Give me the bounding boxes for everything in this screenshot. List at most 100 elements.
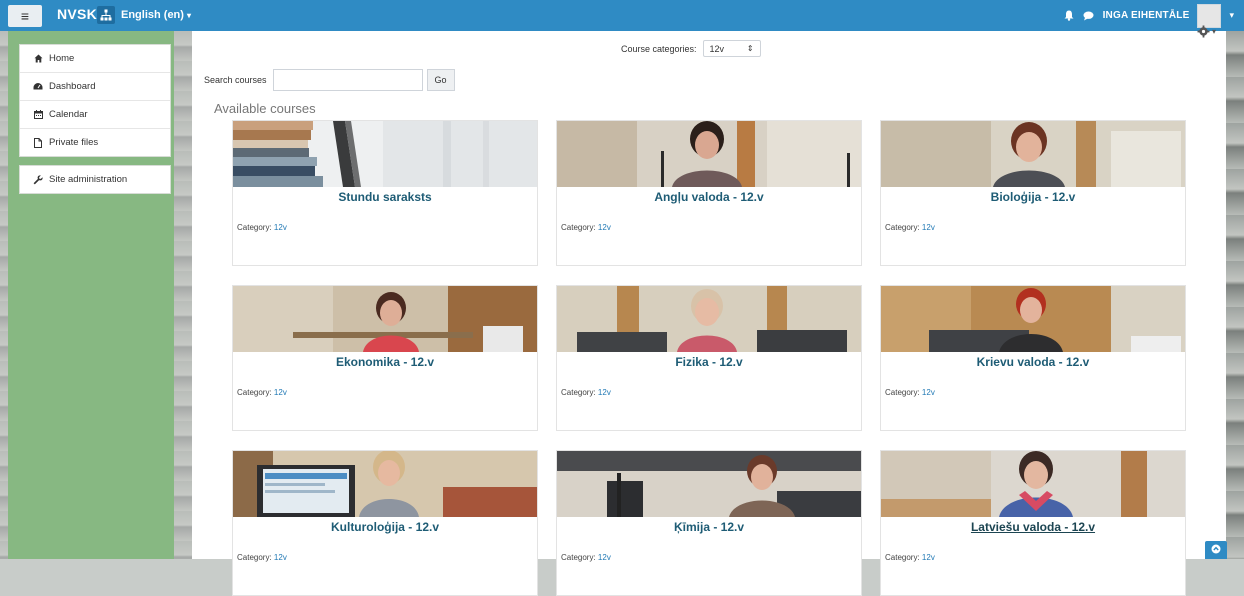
course-title-link[interactable]: Bioloģija - 12.v <box>881 190 1185 204</box>
drawer-item-label: Home <box>49 53 75 64</box>
course-title-link[interactable]: Ķīmija - 12.v <box>557 520 861 534</box>
language-menu[interactable]: English (en) ▾ <box>121 9 191 21</box>
drawer-item-label: Calendar <box>49 109 88 120</box>
course-card[interactable]: Kulturoloģija - 12.v Category: 12v <box>232 450 538 596</box>
menu-toggle-button[interactable]: ≡ <box>8 5 42 27</box>
course-category: Category: 12v <box>237 553 287 562</box>
course-title-link[interactable]: Stundu saraksts <box>233 190 537 204</box>
course-category: Category: 12v <box>561 553 611 562</box>
wrench-icon <box>33 174 43 185</box>
caret-down-icon[interactable]: ▾ <box>1229 10 1234 21</box>
background-image-right <box>1226 31 1244 559</box>
select-arrows-icon: ⇕ <box>746 44 754 53</box>
course-image[interactable] <box>881 451 1185 517</box>
arrow-up-icon <box>1211 544 1221 557</box>
category-filter: Course categories: 12v ⇕ <box>621 40 761 57</box>
category-link[interactable]: 12v <box>598 553 611 562</box>
course-card[interactable]: Latviešu valoda - 12.v Category: 12v <box>880 450 1186 596</box>
category-prefix: Category: <box>561 388 596 397</box>
caret-down-icon: ▾ <box>1211 27 1216 36</box>
course-title-link[interactable]: Kulturoloģija - 12.v <box>233 520 537 534</box>
language-label: English (en) <box>121 9 184 21</box>
top-navbar: ≡ NVSK English (en) ▾ INGA EIHENTĀLE ▾ <box>0 0 1244 31</box>
nav-drawer: Home Dashboard Calendar Private files Si… <box>8 31 174 559</box>
category-select-value: 12v <box>709 43 725 54</box>
avatar[interactable] <box>1197 3 1222 28</box>
drawer-item-dashboard[interactable]: Dashboard <box>20 73 170 101</box>
course-image[interactable] <box>557 286 861 352</box>
course-card[interactable]: Krievu valoda - 12.v Category: 12v <box>880 285 1186 431</box>
category-link[interactable]: 12v <box>922 223 935 232</box>
user-name[interactable]: INGA EIHENTĀLE <box>1103 10 1190 21</box>
category-link[interactable]: 12v <box>922 388 935 397</box>
course-card[interactable]: Fizika - 12.v Category: 12v <box>556 285 862 431</box>
course-image[interactable] <box>557 121 861 187</box>
course-card[interactable]: Angļu valoda - 12.v Category: 12v <box>556 120 862 266</box>
search-courses-input[interactable] <box>272 69 423 91</box>
category-link[interactable]: 12v <box>922 553 935 562</box>
scroll-to-top-button[interactable] <box>1205 541 1227 559</box>
category-label: Course categories: <box>621 43 697 54</box>
course-image[interactable] <box>233 451 537 517</box>
category-link[interactable]: 12v <box>274 223 287 232</box>
category-prefix: Category: <box>237 223 272 232</box>
available-courses-heading: Available courses <box>214 101 316 116</box>
course-category: Category: 12v <box>885 223 935 232</box>
file-icon <box>33 137 43 148</box>
category-link[interactable]: 12v <box>598 388 611 397</box>
course-title-link[interactable]: Ekonomika - 12.v <box>233 355 537 369</box>
site-brand[interactable]: NVSK <box>57 6 97 22</box>
course-image[interactable] <box>233 121 537 187</box>
course-category: Category: 12v <box>237 223 287 232</box>
drawer-item-home[interactable]: Home <box>20 45 170 73</box>
organization-icon[interactable] <box>97 6 115 24</box>
caret-down-icon: ▾ <box>187 11 192 20</box>
course-title-link[interactable]: Angļu valoda - 12.v <box>557 190 861 204</box>
home-icon <box>33 54 43 64</box>
category-link[interactable]: 12v <box>274 388 287 397</box>
drawer-item-label: Private files <box>49 137 99 148</box>
course-card[interactable]: Stundu saraksts Category: 12v <box>232 120 538 266</box>
category-link[interactable]: 12v <box>274 553 287 562</box>
category-prefix: Category: <box>561 553 596 562</box>
go-button[interactable]: Go <box>426 69 455 91</box>
category-select[interactable]: 12v ⇕ <box>702 40 761 57</box>
drawer-admin-group: Site administration <box>19 165 171 194</box>
hamburger-icon: ≡ <box>20 8 30 24</box>
category-prefix: Category: <box>885 553 920 562</box>
calendar-icon <box>33 110 43 120</box>
drawer-item-site-administration[interactable]: Site administration <box>20 166 170 193</box>
course-grid: Stundu saraksts Category: 12v Angļu valo… <box>232 120 1187 596</box>
course-title-link[interactable]: Fizika - 12.v <box>557 355 861 369</box>
drawer-item-label: Dashboard <box>49 81 96 92</box>
category-prefix: Category: <box>561 223 596 232</box>
course-card[interactable]: Ekonomika - 12.v Category: 12v <box>232 285 538 431</box>
course-title-link[interactable]: Latviešu valoda - 12.v <box>881 520 1185 534</box>
course-image[interactable] <box>557 451 861 517</box>
course-image[interactable] <box>881 286 1185 352</box>
category-prefix: Category: <box>237 553 272 562</box>
course-category: Category: 12v <box>885 388 935 397</box>
course-title-link[interactable]: Krievu valoda - 12.v <box>881 355 1185 369</box>
course-image[interactable] <box>233 286 537 352</box>
course-image[interactable] <box>881 121 1185 187</box>
gear-icon[interactable]: ▾ <box>1197 25 1216 38</box>
course-category: Category: 12v <box>885 553 935 562</box>
course-category: Category: 12v <box>237 388 287 397</box>
drawer-item-calendar[interactable]: Calendar <box>20 101 170 129</box>
category-prefix: Category: <box>885 388 920 397</box>
drawer-main-group: Home Dashboard Calendar Private files <box>19 44 171 157</box>
course-card[interactable]: Ķīmija - 12.v Category: 12v <box>556 450 862 596</box>
category-prefix: Category: <box>237 388 272 397</box>
chat-icon[interactable] <box>1083 10 1095 22</box>
drawer-item-private-files[interactable]: Private files <box>20 129 170 156</box>
category-prefix: Category: <box>885 223 920 232</box>
course-card[interactable]: Bioloģija - 12.v Category: 12v <box>880 120 1186 266</box>
course-category: Category: 12v <box>561 388 611 397</box>
category-link[interactable]: 12v <box>598 223 611 232</box>
drawer-item-label: Site administration <box>49 174 128 185</box>
main-content: Course categories: 12v ⇕ ▾ Search course… <box>192 25 1226 596</box>
course-category: Category: 12v <box>561 223 611 232</box>
dashboard-icon <box>33 82 43 92</box>
bell-icon[interactable] <box>1063 10 1075 22</box>
